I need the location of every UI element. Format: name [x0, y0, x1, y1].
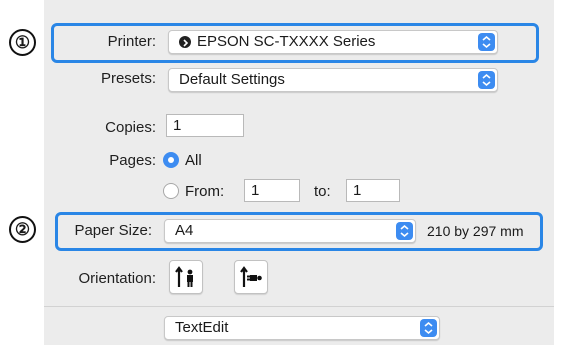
pages-to-label: to:	[314, 183, 331, 200]
pages-from-label: From:	[185, 183, 225, 200]
orientation-landscape-button[interactable]	[234, 260, 268, 294]
callout-1: ①	[9, 29, 36, 56]
updown-chevron-icon	[420, 319, 437, 337]
paper-size-label: Paper Size:	[74, 222, 152, 239]
printer-value: EPSON SC-TXXXX Series	[197, 33, 376, 50]
paper-size-value: A4	[175, 222, 194, 239]
paper-size-dimensions: 210 by 297 mm	[427, 223, 524, 239]
landscape-icon	[240, 266, 262, 287]
pages-to-input[interactable]: 1	[346, 179, 400, 202]
section-menu-popup[interactable]: TextEdit	[164, 316, 440, 340]
copies-label: Copies:	[105, 119, 156, 136]
pages-label: Pages:	[109, 152, 156, 169]
presets-popup[interactable]: Default Settings	[168, 68, 498, 92]
orientation-portrait-button[interactable]	[169, 260, 203, 294]
updown-chevron-icon	[478, 33, 495, 51]
callout-2: ②	[9, 216, 36, 243]
printer-popup[interactable]: EPSON SC-TXXXX Series	[168, 30, 498, 54]
copies-input[interactable]: 1	[166, 114, 244, 137]
pages-all-radio[interactable]	[163, 152, 179, 168]
updown-chevron-icon	[396, 222, 413, 240]
updown-chevron-icon	[478, 71, 495, 89]
pages-to-value: 1	[353, 182, 362, 199]
printer-label: Printer:	[107, 33, 156, 50]
radio-dot	[168, 157, 174, 163]
pages-from-value: 1	[251, 182, 260, 199]
pages-all-label: All	[185, 152, 202, 169]
pages-from-input[interactable]: 1	[244, 179, 300, 202]
copies-value: 1	[173, 117, 182, 134]
pages-from-radio[interactable]	[163, 183, 179, 199]
presets-label: Presets:	[100, 70, 156, 87]
section-divider	[44, 306, 554, 307]
orientation-label: Orientation:	[78, 270, 156, 287]
portrait-icon	[175, 266, 193, 287]
section-menu-value: TextEdit	[175, 319, 229, 336]
printer-status-icon	[179, 36, 191, 48]
presets-value: Default Settings	[179, 71, 285, 88]
paper-size-popup[interactable]: A4	[164, 219, 416, 243]
